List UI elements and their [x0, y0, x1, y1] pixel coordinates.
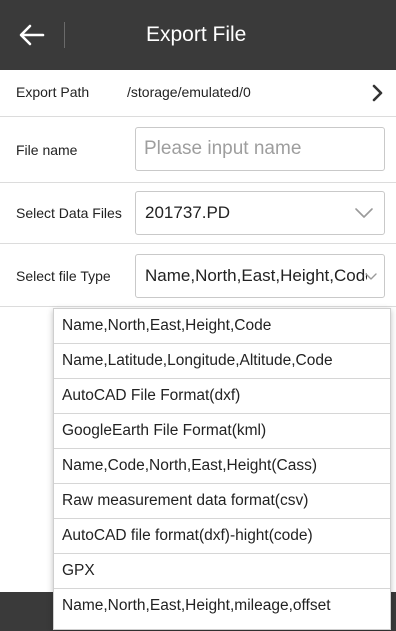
- export-path-label: Export Path: [16, 84, 90, 100]
- header-divider: [64, 22, 65, 48]
- file-type-row: Select file Type Name,North,East,Height,…: [0, 244, 396, 307]
- file-type-label: Select file Type: [16, 268, 111, 284]
- file-type-option[interactable]: Name,Code,North,East,Height(Cass): [54, 449, 390, 484]
- export-path-row[interactable]: Export Path /storage/emulated/0: [0, 70, 396, 117]
- file-name-input[interactable]: [136, 128, 382, 170]
- file-type-selected: Name,North,East,Height,Code: [145, 266, 367, 285]
- file-type-option[interactable]: GPX: [54, 554, 390, 589]
- file-type-option[interactable]: AutoCAD file format(dxf)-hight(code): [54, 519, 390, 554]
- data-files-label: Select Data Files: [16, 205, 122, 221]
- file-type-option[interactable]: Name,Latitude,Longitude,Altitude,Code: [54, 344, 390, 379]
- file-type-option[interactable]: Raw measurement data format(csv): [54, 484, 390, 519]
- chevron-down-icon: [365, 273, 377, 280]
- data-files-selected: 201737.PD: [145, 203, 231, 222]
- back-button[interactable]: [0, 0, 64, 70]
- data-files-row: Select Data Files 201737.PD: [0, 183, 396, 244]
- file-type-option[interactable]: Name,North,East,Height,Code: [54, 309, 390, 344]
- data-files-select[interactable]: 201737.PD: [135, 191, 385, 235]
- file-type-option[interactable]: AutoCAD File Format(dxf): [54, 379, 390, 414]
- page-title: Export File: [146, 23, 247, 46]
- app-header: Export File: [0, 0, 396, 70]
- file-type-option[interactable]: GoogleEarth File Format(kml): [54, 414, 390, 449]
- export-path-value: /storage/emulated/0: [127, 84, 251, 100]
- file-name-field[interactable]: [135, 127, 385, 171]
- arrow-left-icon: [19, 24, 45, 46]
- chevron-right-icon[interactable]: [372, 84, 384, 102]
- file-type-dropdown: Name,North,East,Height,Code Name,Latitud…: [53, 308, 391, 630]
- file-type-option[interactable]: Name,North,East,Height,mileage,offset: [54, 589, 390, 623]
- file-type-select[interactable]: Name,North,East,Height,Code: [135, 254, 385, 298]
- chevron-down-icon: [355, 208, 373, 218]
- file-name-label: File name: [16, 142, 78, 158]
- file-name-row: File name: [0, 117, 396, 183]
